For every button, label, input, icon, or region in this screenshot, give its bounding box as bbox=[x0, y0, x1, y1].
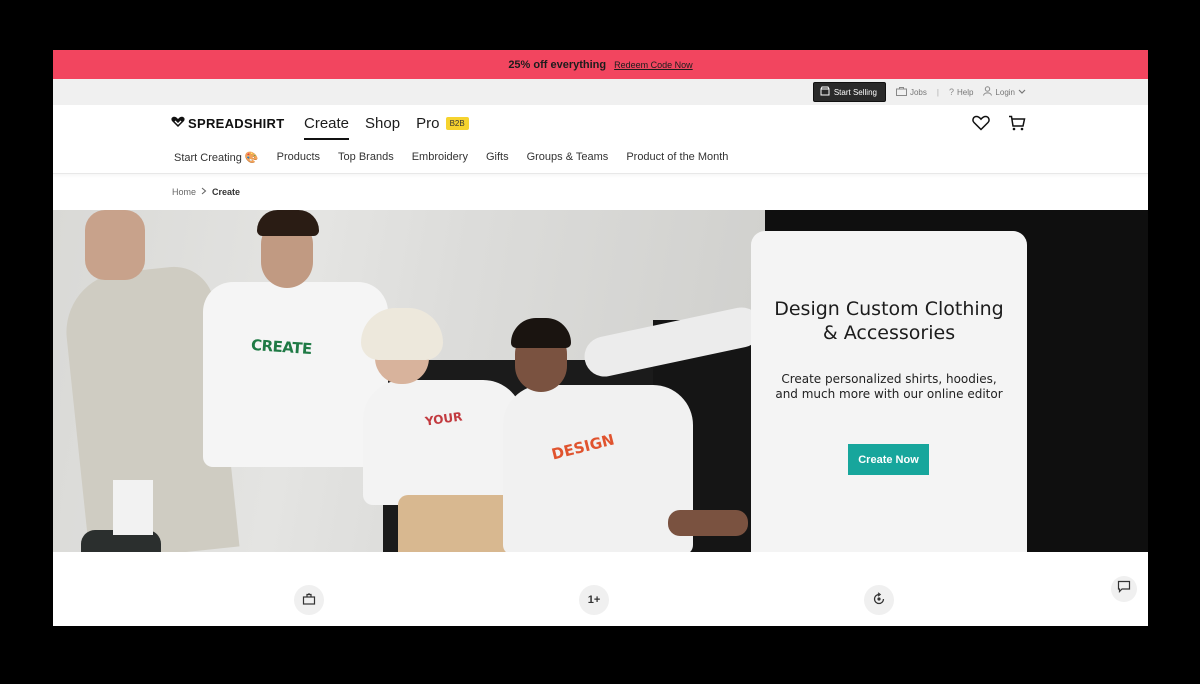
start-selling-label: Start Selling bbox=[833, 87, 877, 97]
feature-rotate bbox=[864, 585, 894, 615]
jobs-link[interactable]: Jobs bbox=[895, 86, 927, 98]
question-icon: ? bbox=[948, 87, 954, 97]
create-now-button[interactable]: Create Now bbox=[848, 444, 929, 475]
spreadshirt-logo[interactable]: SPREADSHIRT bbox=[171, 116, 284, 131]
b2b-badge: B2B bbox=[445, 117, 469, 130]
tab-pro-label: Pro bbox=[416, 115, 440, 132]
wishlist-heart-icon[interactable] bbox=[972, 115, 990, 136]
tab-pro[interactable]: Pro B2B bbox=[416, 113, 477, 140]
feature-toolbox bbox=[294, 585, 324, 615]
person-left-hand bbox=[85, 210, 145, 280]
help-link[interactable]: ? Help bbox=[949, 87, 973, 97]
person-left-hair bbox=[257, 210, 319, 236]
person-middle-hair bbox=[361, 308, 443, 360]
person-middle-pants bbox=[398, 495, 518, 552]
cart-icon[interactable] bbox=[1008, 115, 1026, 136]
chat-bubble-icon bbox=[1117, 580, 1131, 598]
login-menu[interactable]: Login bbox=[983, 86, 1026, 98]
utility-divider: | bbox=[936, 87, 939, 97]
tab-create-label: Create bbox=[304, 115, 350, 132]
subnav-groups-teams[interactable]: Groups & Teams bbox=[527, 151, 609, 164]
chat-button[interactable] bbox=[1111, 576, 1137, 602]
feature-quantity-label: 1+ bbox=[587, 594, 601, 606]
secondary-navigation: Start Creating 🎨 Products Top Brands Emb… bbox=[174, 151, 728, 164]
chevron-right-icon bbox=[201, 187, 207, 197]
briefcase-icon bbox=[895, 86, 907, 98]
person-left-shirt bbox=[203, 282, 388, 467]
hero-subtitle: Create personalized shirts, hoodies, and… bbox=[775, 372, 1003, 401]
primary-tabs: Create Shop Pro B2B bbox=[304, 113, 485, 140]
breadcrumb-current: Create bbox=[212, 187, 241, 197]
person-middle-shirt bbox=[363, 380, 523, 505]
hero-title-line-1: Design Custom Clothing bbox=[774, 298, 1004, 320]
subnav-product-of-the-month[interactable]: Product of the Month bbox=[626, 151, 728, 164]
chevron-down-icon bbox=[1018, 88, 1026, 97]
tab-create[interactable]: Create bbox=[304, 113, 357, 140]
login-label: Login bbox=[995, 87, 1015, 97]
redeem-code-link[interactable]: Redeem Code Now bbox=[614, 60, 693, 70]
subnav-products[interactable]: Products bbox=[277, 151, 320, 164]
hero-title-line-2: & Accessories bbox=[822, 322, 956, 344]
store-icon bbox=[820, 86, 830, 98]
breadcrumb: Home Create bbox=[53, 174, 1148, 210]
heart-logo-icon bbox=[171, 116, 185, 131]
brand-name: SPREADSHIRT bbox=[188, 116, 285, 131]
feature-quantity: 1+ bbox=[579, 585, 609, 615]
promo-bar: 25% off everything Redeem Code Now bbox=[53, 50, 1148, 79]
user-icon bbox=[983, 86, 993, 98]
main-navigation: SPREADSHIRT Create Shop Pro B2B Start Cr… bbox=[53, 105, 1148, 174]
tab-shop[interactable]: Shop bbox=[365, 113, 408, 140]
subnav-embroidery[interactable]: Embroidery bbox=[412, 151, 468, 164]
person-right-shirt bbox=[503, 385, 693, 552]
subnav-top-brands[interactable]: Top Brands bbox=[338, 151, 394, 164]
utility-bar: Start Selling Jobs | ? Help Login bbox=[53, 79, 1148, 105]
toolbox-icon bbox=[302, 592, 316, 608]
hero-banner: CREATE YOUR DESIGN Design Custom Clothin… bbox=[53, 210, 1148, 552]
browser-viewport: 25% off everything Redeem Code Now Start… bbox=[53, 50, 1148, 626]
rotate-icon bbox=[872, 591, 886, 609]
subnav-start-creating[interactable]: Start Creating 🎨 bbox=[174, 151, 259, 164]
person-left-sock bbox=[113, 480, 153, 535]
jobs-label: Jobs bbox=[909, 87, 927, 97]
hero-card: Design Custom Clothing & Accessories Cre… bbox=[751, 231, 1027, 552]
tab-shop-label: Shop bbox=[365, 115, 401, 132]
start-selling-button[interactable]: Start Selling bbox=[812, 82, 886, 102]
person-right-hand bbox=[668, 510, 748, 536]
subnav-gifts[interactable]: Gifts bbox=[486, 151, 509, 164]
promo-offer: 25% off everything bbox=[508, 58, 607, 71]
person-right-hair bbox=[511, 318, 571, 348]
help-label: Help bbox=[956, 87, 974, 97]
hero-photo: CREATE YOUR DESIGN bbox=[53, 210, 765, 552]
features-row: 1+ bbox=[53, 552, 1148, 626]
breadcrumb-home[interactable]: Home bbox=[172, 187, 196, 197]
hero-title: Design Custom Clothing & Accessories bbox=[751, 297, 1027, 345]
nav-icons bbox=[972, 115, 1026, 136]
